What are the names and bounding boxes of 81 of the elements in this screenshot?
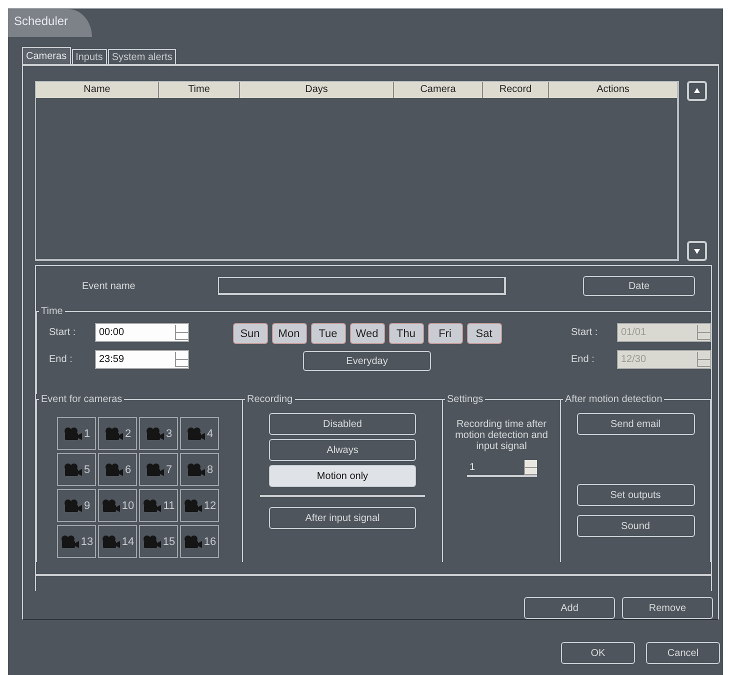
time-spinbox[interactable]: 23:59 <box>95 350 189 370</box>
video-camera-icon <box>100 534 121 549</box>
field-label: End : <box>571 354 596 366</box>
camera-toggle[interactable]: 13 <box>57 525 96 558</box>
column-header[interactable]: Actions <box>549 82 677 98</box>
video-camera-icon <box>142 498 162 513</box>
column-header[interactable]: Record <box>483 82 549 98</box>
dialog-button[interactable]: Cancel <box>646 642 720 664</box>
up-arrow-icon <box>693 87 701 95</box>
window-title: Scheduler <box>8 9 92 37</box>
day-toggle[interactable]: Tue <box>310 323 346 344</box>
camera-toggle[interactable]: 1 <box>57 417 96 450</box>
camera-toggle[interactable]: 3 <box>139 417 178 450</box>
day-toggle[interactable]: Mon <box>272 323 306 344</box>
camera-toggle[interactable]: 15 <box>139 525 178 558</box>
dialog-button[interactable]: OK <box>561 642 635 664</box>
event-name-field[interactable] <box>218 277 506 296</box>
tab[interactable]: Cameras <box>22 47 71 64</box>
date-button[interactable]: Date <box>583 276 695 296</box>
video-camera-icon <box>182 498 203 513</box>
camera-toggle[interactable]: 5 <box>57 453 96 486</box>
video-camera-icon <box>62 498 83 513</box>
camera-toggle[interactable]: 6 <box>98 453 137 486</box>
video-camera-icon <box>104 462 124 477</box>
action-button[interactable]: Set outputs <box>576 484 694 506</box>
tab[interactable]: Inputs <box>72 49 107 64</box>
action-button[interactable]: Sound <box>576 515 694 538</box>
video-camera-icon <box>104 426 124 441</box>
action-button[interactable]: Send email <box>576 413 694 436</box>
field-label: Start : <box>49 327 77 338</box>
video-camera-icon <box>142 534 162 549</box>
video-camera-icon <box>182 534 203 549</box>
camera-toggle[interactable]: 12 <box>180 489 219 522</box>
video-camera-icon <box>144 462 165 477</box>
action-button[interactable]: Remove <box>622 597 713 619</box>
group-label: Recording <box>246 394 294 406</box>
down-arrow-icon <box>693 247 701 255</box>
camera-toggle[interactable]: 10 <box>98 489 137 522</box>
day-toggle[interactable]: Thu <box>388 323 424 344</box>
group-label: Event for cameras <box>40 394 124 406</box>
recording-option[interactable]: Always <box>269 439 416 462</box>
field-label: Start : <box>571 327 599 338</box>
move-up-button[interactable] <box>687 81 707 101</box>
camera-toggle[interactable]: 8 <box>180 453 219 486</box>
column-header[interactable]: Name <box>36 82 159 98</box>
day-toggle[interactable]: Sun <box>232 323 268 344</box>
camera-toggle[interactable]: 16 <box>180 525 219 558</box>
camera-toggle[interactable]: 2 <box>98 417 137 450</box>
camera-toggle[interactable]: 11 <box>139 489 178 522</box>
group-label: Settings <box>446 394 484 406</box>
column-header[interactable]: Camera <box>394 82 483 98</box>
group-label: Time <box>40 306 64 318</box>
camera-toggle[interactable]: 9 <box>57 489 96 522</box>
camera-toggle[interactable]: 7 <box>139 453 178 486</box>
action-button[interactable]: Add <box>524 597 615 619</box>
after-input-signal-button[interactable]: After input signal <box>269 507 416 530</box>
video-camera-icon <box>62 462 83 477</box>
column-header[interactable]: Time <box>159 82 240 98</box>
day-toggle[interactable]: Sat <box>466 323 502 344</box>
field-label: Event name <box>82 280 136 292</box>
move-down-button[interactable] <box>687 241 707 261</box>
day-toggle[interactable]: Fri <box>428 323 462 344</box>
recording-option[interactable]: Motion only <box>269 465 416 488</box>
camera-toggle[interactable]: 14 <box>98 525 137 558</box>
time-spinbox[interactable]: 00:00 <box>95 323 189 342</box>
video-camera-icon <box>62 426 83 441</box>
video-camera-icon <box>186 426 206 441</box>
field-label: End : <box>49 354 74 366</box>
tab[interactable]: System alerts <box>108 49 176 64</box>
everyday-button[interactable]: Everyday <box>303 351 431 372</box>
group-label: After motion detection <box>564 394 664 406</box>
video-camera-icon <box>144 426 165 441</box>
settings-description: Recording time after motion detection and input signal <box>454 419 549 452</box>
column-header[interactable]: Days <box>240 82 394 98</box>
camera-toggle[interactable]: 4 <box>180 417 219 450</box>
video-camera-icon <box>186 462 206 477</box>
number-spinbox[interactable]: 1 <box>466 460 536 478</box>
day-toggle[interactable]: Wed <box>350 323 384 344</box>
recording-option[interactable]: Disabled <box>269 413 416 436</box>
video-camera-icon <box>100 498 121 513</box>
video-camera-icon <box>60 534 80 549</box>
